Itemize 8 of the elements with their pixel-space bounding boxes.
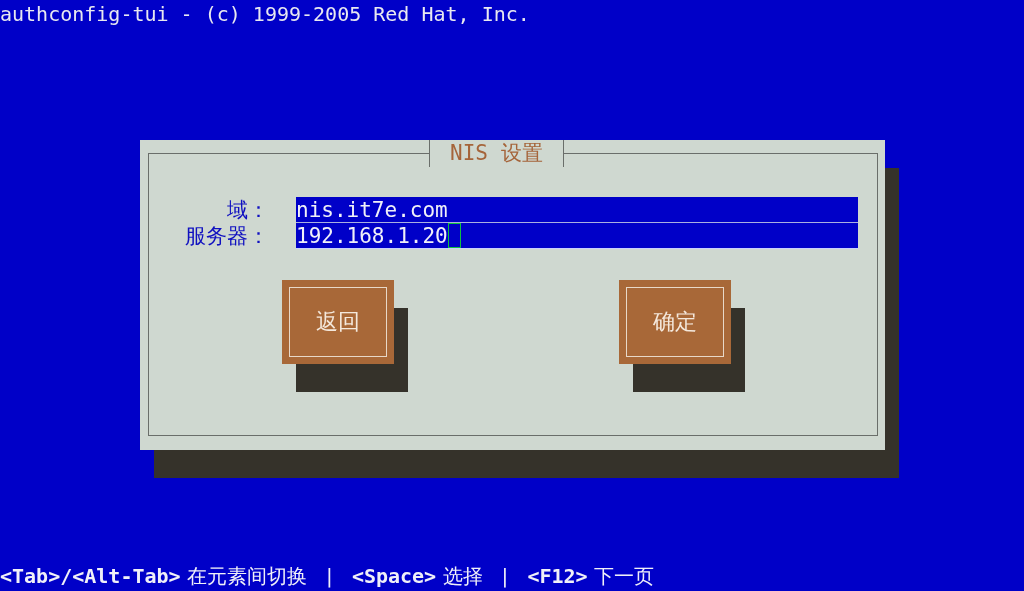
text-cursor: [447, 223, 461, 248]
key-hints: <Tab>/<Alt-Tab> 在元素间切换 | <Space> 选择 | <F12> 下一页: [0, 563, 654, 590]
dialog-title: NIS 设置: [429, 140, 564, 167]
window-title: authconfig-tui - (c) 1999-2005 Red Hat, Inc.: [0, 1, 530, 28]
input-field[interactable]: 192.168.1.20: [296, 223, 858, 249]
field-label: 域：: [226, 197, 269, 224]
input-field[interactable]: nis.it7e.com: [296, 197, 858, 223]
field-label: 服务器：: [184, 223, 269, 250]
